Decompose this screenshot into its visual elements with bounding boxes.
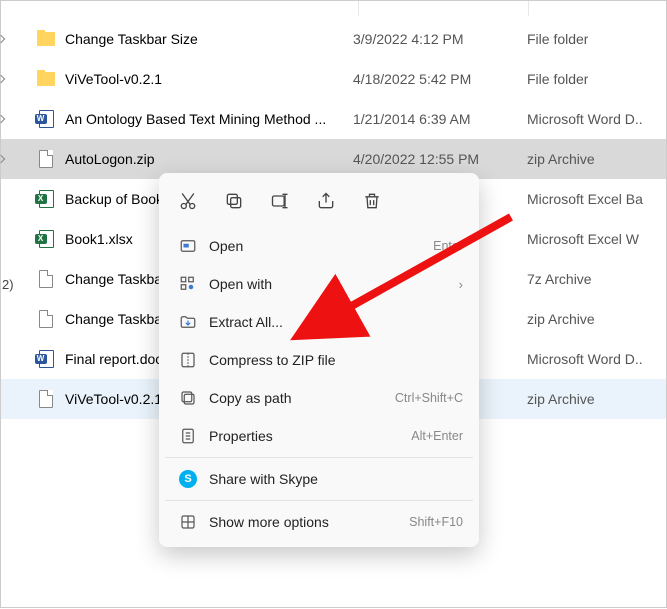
expand-handle[interactable] xyxy=(1,99,7,139)
file-name: Final report.docx xyxy=(65,351,169,367)
file-type: Microsoft Excel Ba xyxy=(517,191,643,207)
file-icon xyxy=(37,270,55,288)
file-type: zip Archive xyxy=(517,391,595,407)
file-name: Book1.xlsx xyxy=(65,231,133,247)
open-icon xyxy=(175,237,201,255)
file-type: File folder xyxy=(517,71,588,87)
excel-icon xyxy=(37,190,55,208)
menu-separator xyxy=(165,457,473,458)
file-type: Microsoft Word D.. xyxy=(517,111,643,127)
word-icon xyxy=(37,110,55,128)
folder-icon xyxy=(37,70,55,88)
expand-handle xyxy=(1,299,7,339)
file-icon xyxy=(37,150,55,168)
menu-item-show-more-options[interactable]: Show more optionsShift+F10 xyxy=(165,503,473,541)
file-type: 7z Archive xyxy=(517,271,592,287)
menu-item-label: Share with Skype xyxy=(209,471,463,487)
menu-item-label: Open xyxy=(209,238,433,254)
table-row[interactable]: An Ontology Based Text Mining Method ...… xyxy=(1,99,666,139)
share-icon[interactable] xyxy=(305,183,347,219)
file-type: Microsoft Word D.. xyxy=(517,351,643,367)
file-name: Change Taskbar Size xyxy=(65,31,198,47)
menu-item-copy-as-path[interactable]: Copy as pathCtrl+Shift+C xyxy=(165,379,473,417)
menu-item-label: Show more options xyxy=(209,514,409,530)
extract-icon xyxy=(175,313,201,331)
menu-item-share-with-skype[interactable]: S Share with Skype xyxy=(165,460,473,498)
file-type: zip Archive xyxy=(517,311,595,327)
menu-item-shortcut: Alt+Enter xyxy=(411,429,463,443)
file-name: AutoLogon.zip xyxy=(65,151,155,167)
menu-item-shortcut: Ctrl+Shift+C xyxy=(395,391,463,405)
menu-item-properties[interactable]: PropertiesAlt+Enter xyxy=(165,417,473,455)
file-name: An Ontology Based Text Mining Method ... xyxy=(65,111,326,127)
date-modified: 1/21/2014 6:39 AM xyxy=(347,111,517,127)
menu-separator xyxy=(165,500,473,501)
menu-item-compress-to-zip-file[interactable]: Compress to ZIP file xyxy=(165,341,473,379)
file-type: zip Archive xyxy=(517,151,595,167)
more-icon xyxy=(175,513,201,531)
menu-item-extract-all[interactable]: Extract All... xyxy=(165,303,473,341)
expand-handle xyxy=(1,259,7,299)
file-icon xyxy=(37,310,55,328)
context-menu-toolbar xyxy=(165,179,473,227)
context-menu: OpenEnterOpen with›Extract All...Compres… xyxy=(159,173,479,547)
copy-icon[interactable] xyxy=(213,183,255,219)
menu-item-shortcut: Shift+F10 xyxy=(409,515,463,529)
compress-icon xyxy=(175,351,201,369)
expand-handle[interactable] xyxy=(1,139,7,179)
excel-icon xyxy=(37,230,55,248)
menu-item-shortcut: Enter xyxy=(433,239,463,253)
expand-handle[interactable] xyxy=(1,19,7,59)
copypath-icon xyxy=(175,389,201,407)
date-modified: 4/18/2022 5:42 PM xyxy=(347,71,517,87)
expand-handle xyxy=(1,219,7,259)
expand-handle xyxy=(1,179,7,219)
file-type: File folder xyxy=(517,31,588,47)
menu-item-open[interactable]: OpenEnter xyxy=(165,227,473,265)
menu-item-label: Properties xyxy=(209,428,411,444)
file-icon xyxy=(37,390,55,408)
table-row[interactable]: Change Taskbar Size 3/9/2022 4:12 PMFile … xyxy=(1,19,666,59)
chevron-right-icon: › xyxy=(459,277,463,292)
delete-icon[interactable] xyxy=(351,183,393,219)
menu-item-label: Compress to ZIP file xyxy=(209,352,463,368)
file-type: Microsoft Excel W xyxy=(517,231,639,247)
rename-icon[interactable] xyxy=(259,183,301,219)
expand-handle xyxy=(1,339,7,379)
cut-icon[interactable] xyxy=(167,183,209,219)
date-modified: 4/20/2022 12:55 PM xyxy=(347,151,517,167)
expand-handle xyxy=(1,379,7,419)
table-row[interactable]: ViVeTool-v0.2.1 4/18/2022 5:42 PMFile fol… xyxy=(1,59,666,99)
skype-icon: S xyxy=(175,470,201,488)
menu-item-label: Copy as path xyxy=(209,390,395,406)
menu-item-label: Extract All... xyxy=(209,314,463,330)
properties-icon xyxy=(175,427,201,445)
menu-item-label: Open with xyxy=(209,276,459,292)
menu-item-open-with[interactable]: Open with› xyxy=(165,265,473,303)
folder-icon xyxy=(37,30,55,48)
file-name: ViVeTool-v0.2.1 xyxy=(65,71,162,87)
openwith-icon xyxy=(175,275,201,293)
expand-handle[interactable] xyxy=(1,59,7,99)
word-icon xyxy=(37,350,55,368)
date-modified: 3/9/2022 4:12 PM xyxy=(347,31,517,47)
